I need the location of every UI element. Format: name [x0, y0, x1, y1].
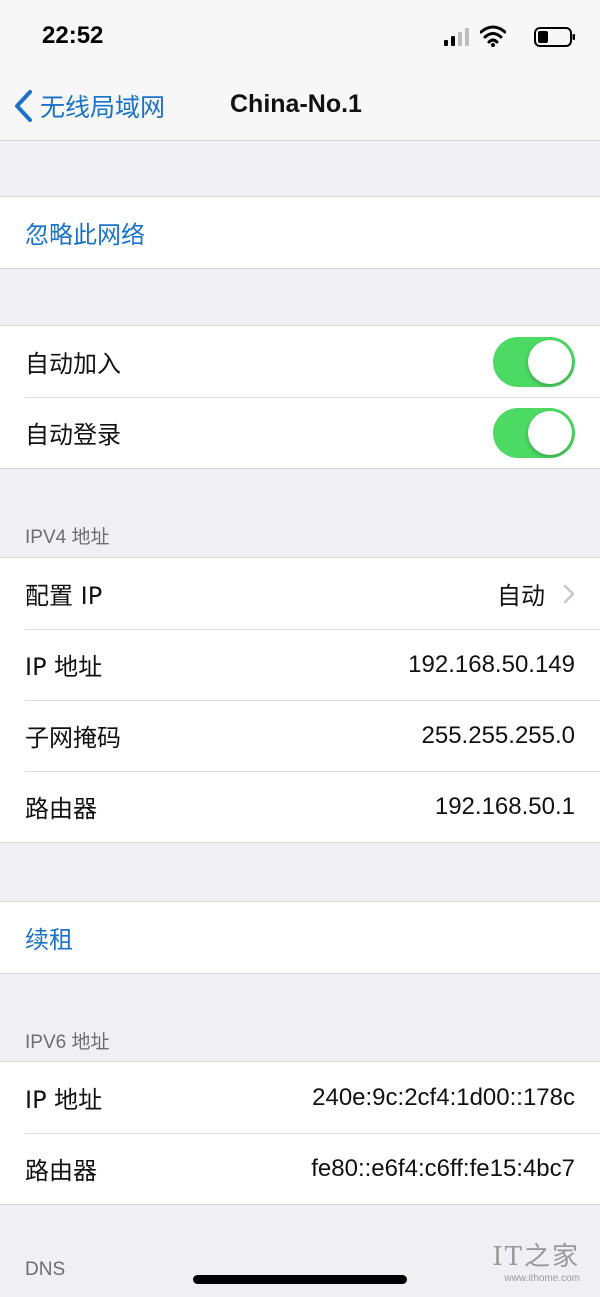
status-bar: 22:52 — [0, 0, 600, 72]
toggle-knob — [528, 410, 572, 455]
ipv4-router-row: 路由器 192.168.50.1 — [0, 771, 600, 842]
dns-section-header: DNS — [25, 1259, 66, 1280]
ipv6-group: IP 地址 240e:9c:2cf4:1d00::178c 路由器 fe80::… — [0, 1061, 600, 1205]
ipv6-address-row: IP 地址 240e:9c:2cf4:1d00::178c — [0, 1062, 600, 1133]
renew-lease-group: 续租 — [0, 901, 600, 974]
auto-login-toggle[interactable] — [493, 407, 575, 458]
forget-network-group: 忽略此网络 — [0, 196, 600, 269]
auto-join-row: 自动加入 — [0, 326, 600, 397]
home-indicator[interactable] — [193, 1275, 407, 1284]
ipv4-address-value: 192.168.50.149 — [408, 650, 575, 678]
ipv6-router-value: fe80::e6f4:c6ff:fe15:4bc7 — [311, 1154, 575, 1182]
ipv4-address-row: IP 地址 192.168.50.149 — [0, 629, 600, 700]
auto-settings-group: 自动加入 自动登录 — [0, 325, 600, 469]
ipv4-address-label: IP 地址 — [25, 653, 103, 681]
subnet-mask-row: 子网掩码 255.255.255.0 — [0, 700, 600, 771]
ipv4-section-header: IPV4 地址 — [25, 527, 110, 548]
subnet-mask-value: 255.255.255.0 — [421, 721, 575, 749]
configure-ip-value: 自动 — [497, 582, 545, 610]
status-icons — [436, 25, 576, 49]
ipv6-address-value: 240e:9c:2cf4:1d00::178c — [312, 1083, 575, 1111]
ipv6-router-label: 路由器 — [25, 1157, 97, 1185]
wifi-network-detail-screen: 22:52 无线局域网 China-No.1 忽略此网络 自动加入 自动登录 I… — [0, 0, 600, 1297]
ipv4-router-value: 192.168.50.1 — [434, 792, 575, 820]
navigation-bar: 无线局域网 China-No.1 — [0, 72, 600, 141]
configure-ip-label: 配置 IP — [25, 582, 103, 610]
watermark: IT之家 www.ithome.com — [492, 1236, 580, 1284]
auto-login-label: 自动登录 — [25, 421, 121, 449]
subnet-mask-label: 子网掩码 — [25, 724, 121, 752]
auto-login-row: 自动登录 — [0, 397, 600, 468]
ipv4-router-label: 路由器 — [25, 795, 97, 823]
signal-icon — [444, 28, 469, 46]
chevron-right-icon — [563, 584, 575, 603]
forget-network-label: 忽略此网络 — [25, 221, 145, 249]
back-button-label: 无线局域网 — [40, 93, 166, 122]
status-time: 22:52 — [42, 22, 104, 49]
ipv6-router-row: 路由器 fe80::e6f4:c6ff:fe15:4bc7 — [0, 1133, 600, 1204]
configure-ip-row[interactable]: 配置 IP 自动 — [0, 558, 600, 629]
wifi-icon — [480, 25, 506, 47]
chevron-left-icon — [15, 90, 32, 122]
page-title: China-No.1 — [230, 90, 362, 118]
ipv6-section-header: IPV6 地址 — [25, 1032, 110, 1053]
watermark-url: www.ithome.com — [504, 1273, 580, 1284]
renew-lease-label: 续租 — [25, 926, 73, 954]
ipv4-group: 配置 IP 自动 IP 地址 192.168.50.149 子网掩码 255.2… — [0, 557, 600, 843]
back-button[interactable]: 无线局域网 — [12, 88, 165, 124]
renew-lease-button[interactable]: 续租 — [0, 902, 600, 973]
ipv6-address-label: IP 地址 — [25, 1086, 103, 1114]
forget-network-button[interactable]: 忽略此网络 — [0, 197, 600, 268]
auto-join-toggle[interactable] — [493, 336, 575, 387]
toggle-knob — [528, 339, 572, 384]
watermark-logo: IT之家 — [492, 1242, 580, 1272]
battery-icon — [534, 27, 575, 47]
auto-join-label: 自动加入 — [25, 350, 121, 378]
